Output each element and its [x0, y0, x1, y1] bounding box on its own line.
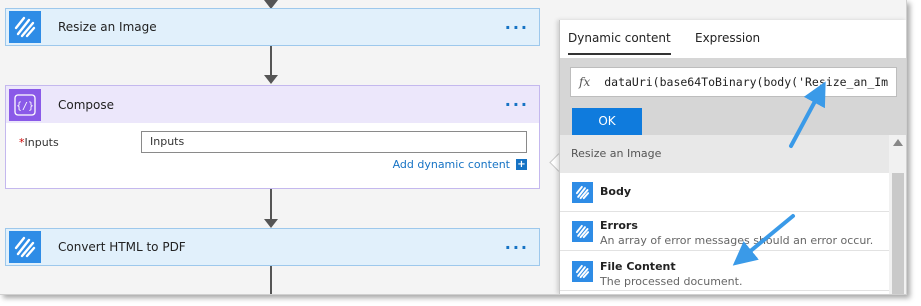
diagonal-stripes-icon — [572, 182, 593, 203]
flow-canvas: Resize an Image ··· {/} Compose ··· *Inp… — [0, 0, 907, 295]
scroll-up-icon[interactable] — [893, 139, 903, 146]
active-tab-underline — [568, 53, 671, 55]
connector-2 — [270, 189, 272, 223]
ok-button[interactable]: OK — [572, 108, 642, 135]
more-options-button[interactable]: ··· — [505, 95, 529, 114]
step-compose[interactable]: {/} Compose ··· — [5, 85, 540, 123]
arrowhead-2 — [264, 219, 278, 228]
expression-value: dataUri(base64ToBinary(body('Resize_an_I… — [604, 75, 889, 89]
more-options-button[interactable]: ··· — [505, 238, 529, 257]
diagonal-stripes-icon — [572, 261, 593, 282]
connector-1 — [270, 44, 272, 76]
expression-area: fx dataUri(base64ToBinary(body('Resize_a… — [560, 58, 906, 135]
more-options-button[interactable]: ··· — [505, 18, 529, 37]
scrollbar-thumb[interactable] — [892, 173, 904, 294]
inputs-label: *Inputs — [19, 136, 59, 149]
dynamic-item-name: File Content — [600, 260, 676, 273]
step-title: Compose — [58, 97, 115, 112]
compose-body: *Inputs Inputs Add dynamic content + — [5, 123, 540, 189]
add-dynamic-content-label: Add dynamic content — [392, 158, 510, 171]
inputs-field[interactable]: Inputs — [141, 131, 527, 153]
dynamic-item-errors[interactable]: Errors An array of error messages should… — [560, 212, 889, 251]
svg-text:{/}: {/} — [16, 101, 34, 112]
inputs-placeholder: Inputs — [150, 135, 185, 148]
tab-dynamic-content[interactable]: Dynamic content — [568, 31, 671, 55]
dynamic-item-body[interactable]: Body — [560, 173, 889, 212]
dynamic-item-name: Body — [600, 185, 631, 198]
diagonal-stripes-icon — [9, 11, 41, 43]
arrowhead-1 — [264, 75, 278, 84]
add-dynamic-content-link[interactable]: Add dynamic content + — [393, 158, 527, 171]
dynamic-item-description: The processed document. — [600, 275, 743, 288]
inputs-label-text: Inputs — [24, 136, 59, 149]
step-convert-html-to-pdf[interactable]: Convert HTML to PDF ··· — [5, 228, 540, 266]
plus-icon: + — [516, 159, 527, 170]
section-title: Resize an Image — [560, 135, 889, 173]
step-title: Convert HTML to PDF — [58, 240, 186, 254]
panel-tabs: Dynamic content Expression — [560, 20, 906, 58]
tab-expression-label: Expression — [695, 31, 761, 45]
dynamic-item-name: Errors — [600, 219, 638, 232]
diagonal-stripes-icon — [572, 221, 593, 242]
dynamic-item-description: An array of error messages should an err… — [600, 234, 874, 247]
tab-dynamic-content-label: Dynamic content — [568, 31, 671, 45]
expression-input[interactable]: fx dataUri(base64ToBinary(body('Resize_a… — [570, 67, 897, 97]
step-title: Resize an Image — [58, 20, 157, 34]
fx-icon: fx — [579, 75, 591, 89]
diagonal-stripes-icon — [9, 231, 41, 263]
dynamic-item-file-content[interactable]: File Content The processed document. — [560, 252, 889, 291]
tab-expression[interactable]: Expression — [695, 31, 760, 45]
step-resize-image[interactable]: Resize an Image ··· — [5, 8, 540, 46]
dynamic-content-panel: Dynamic content Expression fx dataUri(ba… — [559, 20, 906, 294]
connector-bottom — [270, 266, 272, 294]
curly-braces-icon: {/} — [9, 88, 41, 121]
